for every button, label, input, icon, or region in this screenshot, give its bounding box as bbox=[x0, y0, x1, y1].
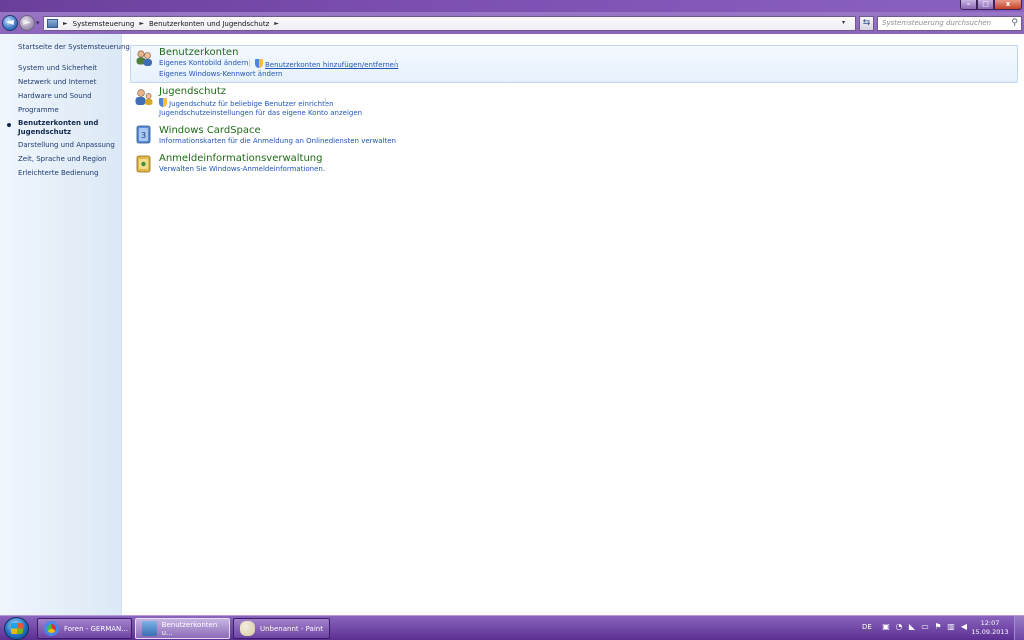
address-dropdown-button[interactable]: ▾ bbox=[842, 19, 845, 26]
link-separator bbox=[249, 59, 250, 67]
volume-icon[interactable]: ◀ bbox=[959, 622, 969, 632]
taskbar-clock[interactable]: 12:07 15.09.2013 bbox=[970, 619, 1010, 637]
minimize-button[interactable]: – bbox=[960, 0, 977, 10]
language-indicator[interactable]: DE bbox=[862, 623, 872, 631]
close-button[interactable]: x bbox=[994, 0, 1022, 10]
window-title-bar: – □ x bbox=[0, 0, 1024, 12]
link-label: Benutzerkonten hinzufügen/entfernen bbox=[265, 61, 399, 69]
sidebar-item-darstellung[interactable]: Darstellung und Anpassung bbox=[18, 141, 115, 149]
clock-date: 15.09.2013 bbox=[971, 628, 1009, 636]
taskbar-button-paint[interactable]: Unbenannt - Paint bbox=[233, 618, 330, 639]
tray-app-icon[interactable]: ▣ bbox=[881, 622, 891, 632]
sidebar-item-programme[interactable]: Programme bbox=[18, 106, 59, 114]
link-label: Jugendschutz für beliebige Benutzer einr… bbox=[169, 100, 334, 108]
search-box[interactable]: Systemsteuerung durchsuchen ⚲ bbox=[877, 16, 1022, 31]
link-jugendschutz-anzeigen[interactable]: Jugendschutzeinstellungen für das eigene… bbox=[159, 109, 362, 117]
sidebar-item-zeit-sprache[interactable]: Zeit, Sprache und Region bbox=[18, 155, 107, 163]
taskbar-button-label: Benutzerkonten u... bbox=[161, 620, 218, 637]
breadcrumb-separator[interactable]: ► bbox=[139, 20, 144, 27]
breadcrumb-benutzerkonten[interactable]: Benutzerkonten und Jugendschutz bbox=[149, 20, 269, 28]
user-accounts-icon[interactable] bbox=[134, 48, 154, 68]
clock-time: 12:07 bbox=[980, 619, 1000, 627]
link-anmeldeinformationen-verwalten[interactable]: Verwalten Sie Windows-Anmeldeinformation… bbox=[159, 165, 325, 173]
link-separator bbox=[395, 59, 396, 67]
show-desktop-button[interactable] bbox=[1014, 616, 1024, 640]
sidebar-item-label-line2: Jugendschutz bbox=[18, 128, 72, 136]
address-bar[interactable]: ► Systemsteuerung ► Benutzerkonten und J… bbox=[43, 16, 856, 31]
sidebar-item-erleichterte-bedienung[interactable]: Erleichterte Bedienung bbox=[18, 169, 99, 177]
refresh-button[interactable]: ⇆ bbox=[859, 16, 874, 31]
cardspace-icon[interactable]: 3 bbox=[135, 125, 155, 145]
forward-button[interactable]: ► bbox=[19, 15, 35, 31]
sidebar-item-startseite[interactable]: Startseite der Systemsteuerung bbox=[18, 43, 130, 51]
link-informationskarten-verwalten[interactable]: Informationskarten für die Anmeldung an … bbox=[159, 137, 396, 145]
back-button[interactable]: ◄ bbox=[2, 15, 18, 31]
search-icon[interactable]: ⚲ bbox=[1011, 18, 1018, 28]
sidebar-item-netzwerk-internet[interactable]: Netzwerk und Internet bbox=[18, 78, 97, 86]
link-kontobild-aendern[interactable]: Eigenes Kontobild ändern bbox=[159, 59, 248, 67]
main-area: Startseite der Systemsteuerung System un… bbox=[0, 34, 1024, 615]
paint-icon bbox=[240, 621, 255, 636]
maximize-button[interactable]: □ bbox=[977, 0, 994, 10]
link-kennwort-aendern[interactable]: Eigenes Windows-Kennwort ändern bbox=[159, 70, 282, 78]
windows-logo-icon bbox=[11, 623, 23, 634]
start-button[interactable] bbox=[4, 617, 29, 640]
sidebar-item-benutzerkonten[interactable]: Benutzerkonten und Jugendschutz bbox=[18, 119, 98, 137]
control-panel-icon bbox=[47, 19, 58, 28]
tray-battery-icon[interactable]: ▭ bbox=[920, 622, 930, 632]
sidebar-item-label: Benutzerkonten und bbox=[18, 119, 99, 127]
chrome-icon bbox=[44, 621, 59, 636]
sidebar: Startseite der Systemsteuerung System un… bbox=[0, 34, 130, 615]
sidebar-item-system-sicherheit[interactable]: System und Sicherheit bbox=[18, 64, 97, 72]
tray-headset-icon[interactable]: ◔ bbox=[894, 622, 904, 632]
taskbar-button-chrome[interactable]: Foren - GERMAN... bbox=[37, 618, 132, 639]
navigation-bar: ◄ ► ▾ ► Systemsteuerung ► Benutzerkonten… bbox=[0, 12, 1024, 34]
tray-nvidia-icon[interactable]: ◣ bbox=[907, 622, 917, 632]
breadcrumb-separator[interactable]: ► bbox=[63, 20, 68, 27]
link-jugendschutz-einrichten[interactable]: Jugendschutz für beliebige Benutzer einr… bbox=[159, 98, 334, 108]
active-item-bullet bbox=[7, 123, 11, 127]
category-title-cardspace[interactable]: Windows CardSpace bbox=[159, 125, 261, 136]
caption-buttons: – □ x bbox=[960, 0, 1022, 10]
uac-shield-icon bbox=[159, 98, 167, 107]
breadcrumb-separator[interactable]: ► bbox=[274, 20, 279, 27]
taskbar: Foren - GERMAN... Benutzerkonten u... Un… bbox=[0, 615, 1024, 640]
link-separator bbox=[325, 98, 326, 106]
link-benutzerkonten-hinzufuegen[interactable]: Benutzerkonten hinzufügen/entfernen bbox=[255, 59, 398, 69]
taskbar-button-control-panel[interactable]: Benutzerkonten u... bbox=[135, 618, 230, 639]
search-input[interactable]: Systemsteuerung durchsuchen bbox=[882, 19, 991, 27]
taskbar-button-label: Unbenannt - Paint bbox=[260, 624, 323, 633]
taskbar-button-label: Foren - GERMAN... bbox=[64, 624, 128, 633]
content-pane: Benutzerkonten Eigenes Kontobild ändern … bbox=[122, 34, 1024, 615]
category-title-jugendschutz[interactable]: Jugendschutz bbox=[159, 86, 226, 97]
sidebar-item-hardware-sound[interactable]: Hardware und Sound bbox=[18, 92, 92, 100]
uac-shield-icon bbox=[255, 59, 263, 68]
recent-pages-dropdown[interactable]: ▾ bbox=[36, 19, 40, 27]
svg-text:3: 3 bbox=[141, 131, 146, 140]
credential-manager-icon[interactable] bbox=[135, 154, 155, 174]
action-center-flag-icon[interactable]: ⚑ bbox=[933, 622, 943, 632]
category-title-anmeldeinformationsverwaltung[interactable]: Anmeldeinformationsverwaltung bbox=[159, 153, 323, 164]
system-tray: ▣ ◔ ◣ ▭ ⚑ ▥ ◀ bbox=[881, 622, 969, 632]
parental-controls-icon[interactable] bbox=[134, 87, 154, 107]
category-title-benutzerkonten[interactable]: Benutzerkonten bbox=[159, 47, 238, 58]
control-panel-icon bbox=[142, 621, 157, 636]
breadcrumb-systemsteuerung[interactable]: Systemsteuerung bbox=[73, 20, 135, 28]
network-icon[interactable]: ▥ bbox=[946, 622, 956, 632]
